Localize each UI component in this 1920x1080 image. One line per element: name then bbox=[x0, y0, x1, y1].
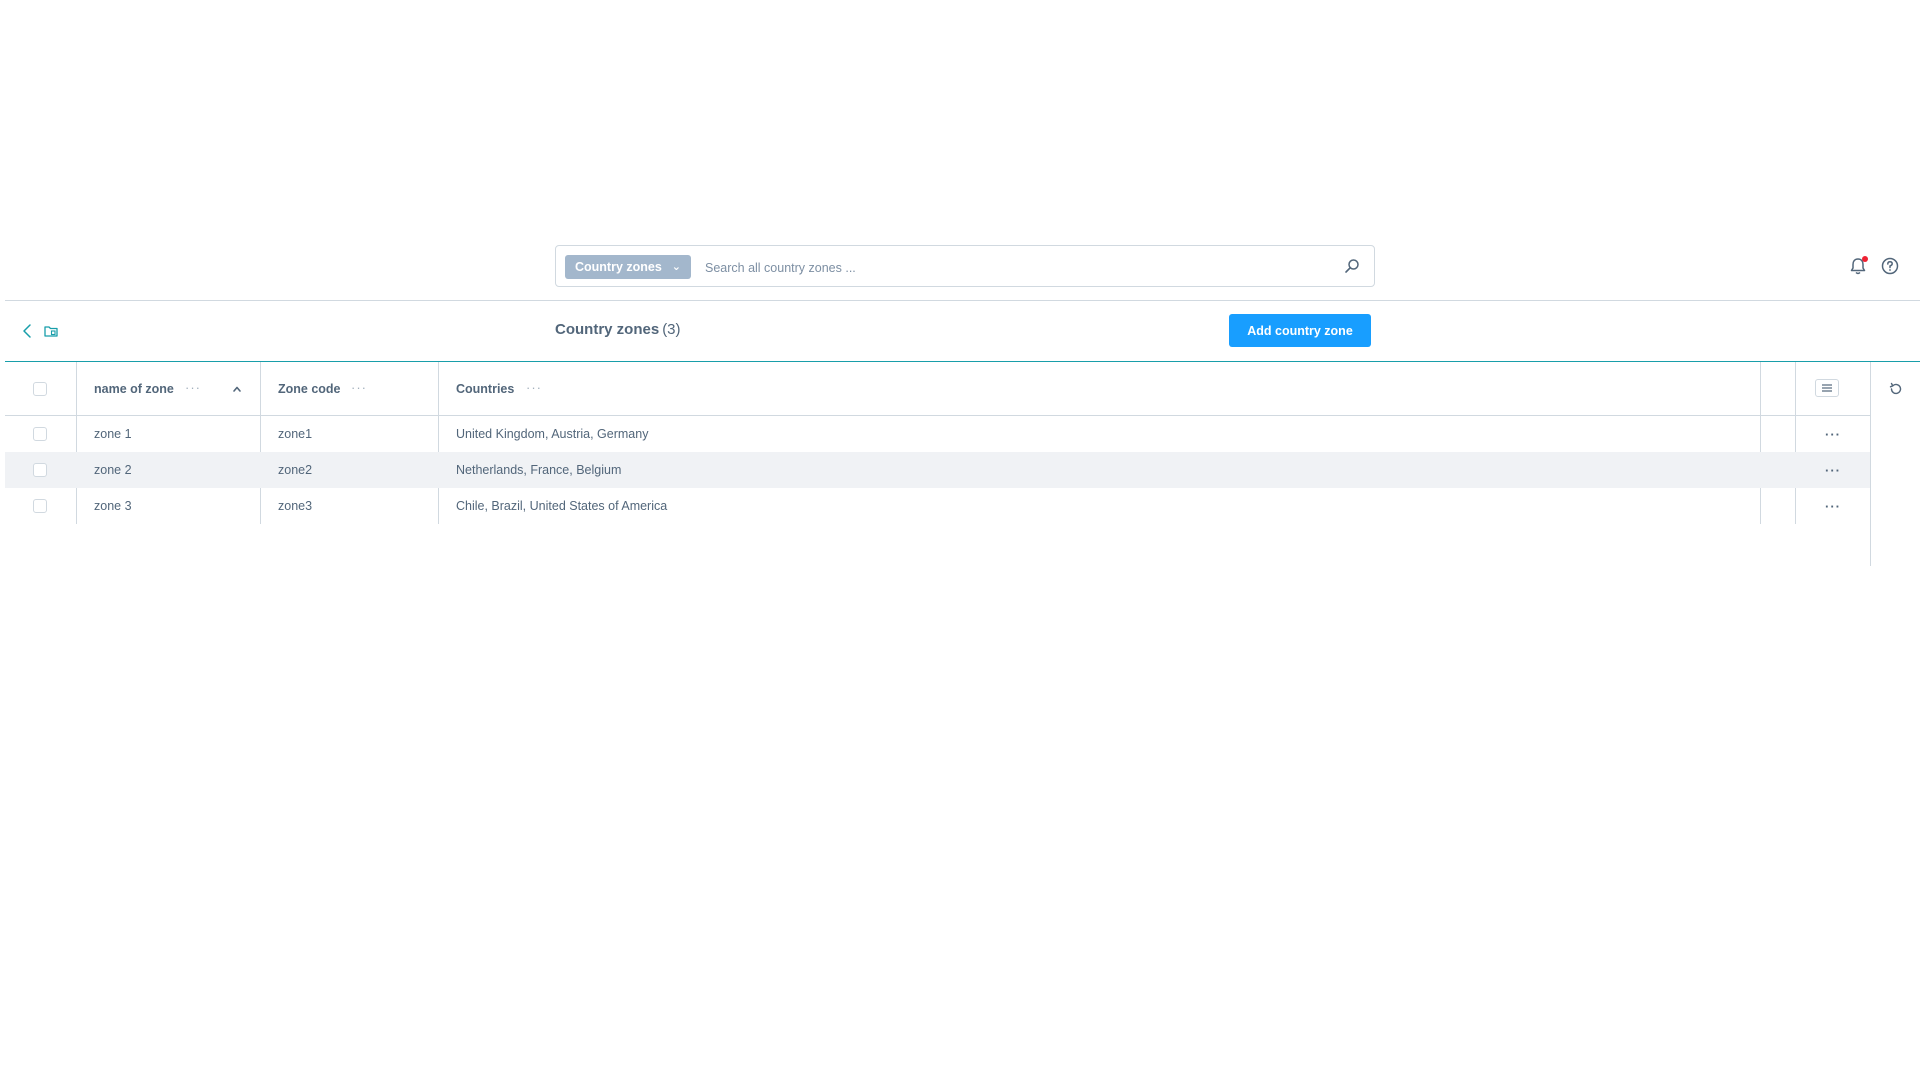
table-row[interactable]: zone 2 zone2 Netherlands, France, Belgiu… bbox=[5, 452, 1870, 488]
countries-cell: Chile, Brazil, United States of America bbox=[456, 499, 668, 513]
column-header-label: Countries bbox=[456, 382, 515, 396]
column-header-label: name of zone bbox=[94, 382, 174, 396]
column-menu-button[interactable]: ··· bbox=[185, 380, 201, 395]
column-header-countries[interactable]: Countries bbox=[456, 382, 514, 396]
table-row[interactable]: zone 1 zone1 United Kingdom, Austria, Ge… bbox=[5, 416, 1870, 452]
column-header-zone-code[interactable]: Zone code bbox=[278, 382, 341, 396]
table-row[interactable]: zone 3 zone3 Chile, Brazil, United State… bbox=[5, 488, 1870, 524]
column-menu-button[interactable]: ··· bbox=[526, 380, 542, 395]
page-title: Country zones (3) bbox=[555, 321, 681, 338]
reset-icon[interactable] bbox=[1888, 381, 1904, 397]
help-icon[interactable] bbox=[1881, 257, 1899, 275]
grid-header-row: name of zone ··· Zone code ··· Countries… bbox=[5, 362, 1870, 416]
row-actions-button[interactable]: ··· bbox=[1825, 427, 1841, 442]
row-checkbox[interactable] bbox=[33, 427, 47, 441]
zone-code-cell: zone2 bbox=[278, 463, 313, 477]
select-all-checkbox[interactable] bbox=[33, 382, 47, 396]
page-header: Country zones (3) Add country zone bbox=[5, 301, 1920, 362]
chevron-up-icon[interactable] bbox=[232, 384, 242, 394]
chevron-left-icon[interactable] bbox=[20, 323, 34, 339]
zone-name-cell: zone 2 bbox=[94, 463, 132, 477]
row-checkbox[interactable] bbox=[33, 463, 47, 477]
page-title-text: Country zones bbox=[555, 321, 660, 338]
notification-badge bbox=[1862, 256, 1868, 262]
column-header-name[interactable]: name of zone bbox=[94, 382, 174, 396]
country-zones-grid: name of zone ··· Zone code ··· Countries… bbox=[5, 362, 1871, 566]
top-search-bar: Country zones ⌄ bbox=[5, 244, 1920, 301]
zone-name-cell: zone 3 bbox=[94, 499, 132, 513]
zone-code-cell: zone3 bbox=[278, 499, 313, 513]
column-menu-button[interactable]: ··· bbox=[351, 380, 367, 395]
row-actions-button[interactable]: ··· bbox=[1825, 463, 1841, 478]
search-type-label: Country zones bbox=[575, 260, 662, 274]
search-input[interactable] bbox=[703, 255, 1307, 281]
chevron-down-icon: ⌄ bbox=[671, 261, 681, 273]
global-search: Country zones ⌄ bbox=[555, 245, 1375, 287]
row-checkbox[interactable] bbox=[33, 499, 47, 513]
folder-icon[interactable] bbox=[43, 323, 59, 339]
zone-name-cell: zone 1 bbox=[94, 427, 132, 441]
search-type-select[interactable]: Country zones ⌄ bbox=[565, 255, 691, 279]
column-header-label: Zone code bbox=[278, 382, 341, 396]
zone-code-cell: zone1 bbox=[278, 427, 313, 441]
record-count: (3) bbox=[662, 321, 681, 338]
list-settings-icon[interactable] bbox=[1815, 379, 1839, 397]
countries-cell: United Kingdom, Austria, Germany bbox=[456, 427, 649, 441]
add-country-zone-button[interactable]: Add country zone bbox=[1229, 314, 1371, 347]
countries-cell: Netherlands, France, Belgium bbox=[456, 463, 622, 477]
row-actions-button[interactable]: ··· bbox=[1825, 499, 1841, 514]
grid-right-border bbox=[1870, 362, 1871, 566]
search-icon[interactable] bbox=[1344, 258, 1360, 274]
